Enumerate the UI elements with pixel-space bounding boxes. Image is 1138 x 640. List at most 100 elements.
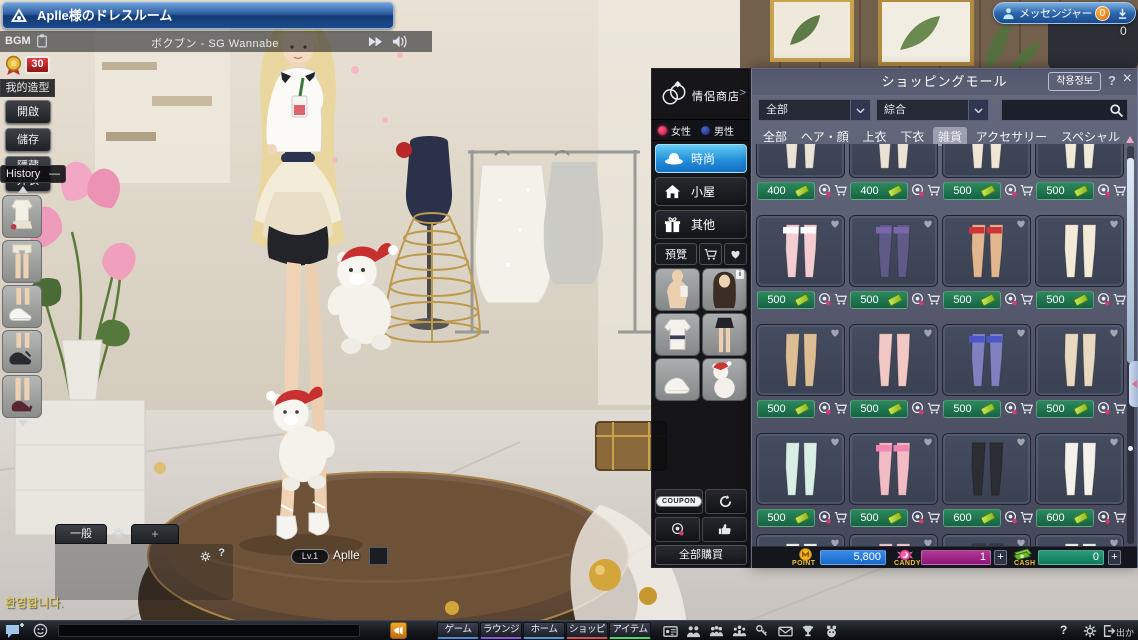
skip-track-icon[interactable] — [368, 37, 383, 49]
add-to-cart-icon[interactable] — [927, 402, 940, 420]
history-collapse-icon[interactable]: — — [49, 168, 60, 180]
add-to-cart-icon[interactable] — [1113, 402, 1126, 420]
try-on-icon[interactable] — [817, 183, 832, 203]
female-radio[interactable] — [658, 126, 667, 135]
favorite-heart-icon[interactable] — [1015, 435, 1027, 453]
wear-info-button[interactable]: 착용정보 — [1048, 72, 1101, 91]
add-to-cart-icon[interactable] — [1020, 293, 1033, 311]
item-cell[interactable]: 400 — [756, 144, 845, 204]
mall-tab-1[interactable]: ヘア・顔 — [796, 127, 854, 146]
add-to-cart-icon[interactable] — [1020, 511, 1033, 529]
preview-button[interactable]: 預覽 — [655, 243, 697, 265]
history-item-outfit[interactable] — [2, 195, 42, 238]
item-cell[interactable] — [849, 534, 938, 546]
item-cell[interactable]: 500 — [756, 215, 845, 313]
add-to-cart-icon[interactable] — [834, 184, 847, 202]
go-out-label[interactable]: 出かけ — [1116, 626, 1138, 640]
favorite-heart-icon[interactable] — [922, 217, 934, 235]
history-item-sandals[interactable] — [2, 330, 42, 373]
shop-menu-1[interactable]: 小屋 — [655, 177, 747, 206]
item-cell[interactable]: 600 — [1035, 433, 1124, 531]
item-cell[interactable]: 500 — [1035, 215, 1124, 313]
favorite-heart-icon[interactable] — [1108, 435, 1120, 453]
panel-collapse-handle[interactable] — [1129, 361, 1138, 407]
couple-shop-expand-icon[interactable]: > — [740, 87, 746, 99]
try-on-icon[interactable] — [1003, 292, 1018, 312]
favorite-heart-icon[interactable] — [922, 326, 934, 344]
history-scroll-down-icon[interactable] — [18, 420, 28, 427]
history-scroll-up-icon[interactable] — [18, 186, 28, 193]
history-item-heels[interactable] — [2, 375, 42, 418]
save-style-button[interactable]: 儲存 — [5, 128, 51, 152]
history-item-shorts[interactable] — [2, 240, 42, 283]
add-to-cart-icon[interactable] — [834, 402, 847, 420]
cash-add-button[interactable]: + — [1108, 550, 1121, 565]
item-cell[interactable] — [1035, 534, 1124, 546]
mall-tab-6[interactable]: スペシャル — [1056, 127, 1125, 146]
add-to-cart-icon[interactable] — [1113, 511, 1126, 529]
emote-smiley-icon[interactable] — [33, 623, 48, 640]
shop-menu-0[interactable]: 時尚 — [655, 144, 747, 173]
scrollbar-up-arrow-icon[interactable] — [1126, 136, 1134, 143]
male-radio[interactable] — [701, 126, 710, 135]
try-on-icon[interactable] — [1003, 510, 1018, 530]
taskbar-button-4[interactable]: アイテム — [609, 622, 651, 639]
community-icon[interactable] — [732, 624, 747, 640]
sort-dropdown[interactable]: 綜合 — [876, 99, 989, 121]
announcement-horn-icon[interactable] — [390, 622, 407, 639]
add-to-cart-icon[interactable] — [1113, 293, 1126, 311]
category-dropdown[interactable]: 全部 — [758, 99, 871, 121]
trophy-icon[interactable] — [801, 624, 816, 640]
preview-item-hair[interactable]: i — [702, 268, 747, 311]
item-cell[interactable]: 400 — [849, 144, 938, 204]
add-to-cart-icon[interactable] — [1020, 184, 1033, 202]
favorite-heart-icon[interactable] — [1108, 536, 1120, 546]
try-on-icon[interactable] — [910, 401, 925, 421]
chat-panel[interactable]: ? — [55, 544, 233, 600]
history-item-sneakers[interactable] — [2, 285, 42, 328]
item-cell[interactable] — [756, 534, 845, 546]
try-on-icon[interactable] — [817, 510, 832, 530]
add-to-cart-icon[interactable] — [927, 184, 940, 202]
item-cell[interactable]: 600 — [942, 433, 1031, 531]
mall-close-button[interactable]: × — [1123, 70, 1132, 88]
item-cell[interactable]: 500 — [849, 324, 938, 422]
chat-input[interactable] — [58, 624, 360, 637]
item-cell[interactable]: 500 — [756, 433, 845, 531]
chat-bubble-add-icon[interactable] — [5, 623, 25, 640]
chat-panel-gear-icon[interactable] — [200, 549, 211, 560]
settings-gear-icon[interactable] — [1083, 624, 1097, 640]
open-style-button[interactable]: 開啟 — [5, 100, 51, 124]
try-on-icon[interactable] — [910, 292, 925, 312]
mail-icon[interactable] — [778, 624, 793, 640]
item-cell[interactable] — [942, 534, 1031, 546]
playlist-icon[interactable] — [36, 34, 48, 49]
candy-add-button[interactable]: + — [994, 550, 1007, 565]
chat-settings-gear-icon[interactable] — [112, 527, 125, 540]
messenger-minimize-icon[interactable] — [1117, 8, 1128, 19]
shop-menu-2[interactable]: 其他 — [655, 210, 747, 239]
window-title-bar[interactable]: Aplle様のドレスルーム — [2, 2, 394, 29]
taskbar-button-0[interactable]: ゲーム — [437, 622, 479, 639]
male-label[interactable]: 男性 — [714, 123, 734, 138]
favorite-heart-icon[interactable] — [1015, 326, 1027, 344]
favorite-heart-icon[interactable] — [1108, 326, 1120, 344]
item-cell[interactable]: 500 — [849, 215, 938, 313]
try-on-icon[interactable] — [910, 183, 925, 203]
chat-tab-general[interactable]: 一般 — [55, 524, 107, 544]
mall-tab-3[interactable]: 下衣 — [895, 127, 929, 146]
item-cell[interactable]: 500 — [942, 144, 1031, 204]
favorite-heart-icon[interactable] — [922, 536, 934, 546]
mall-tab-5[interactable]: アクセサリー — [971, 127, 1052, 146]
favorite-heart-icon[interactable] — [829, 435, 841, 453]
taskbar-help-button[interactable]: ? — [1060, 623, 1067, 637]
female-label[interactable]: 女性 — [671, 123, 691, 138]
grid-scrollbar[interactable] — [1127, 146, 1134, 544]
chat-add-tab-button[interactable]: + — [131, 524, 179, 544]
snapshot-button[interactable] — [655, 517, 700, 542]
mascot-icon[interactable] — [824, 624, 839, 640]
preview-item-body[interactable] — [655, 268, 700, 311]
scrollbar-handle[interactable] — [1127, 158, 1134, 363]
taskbar-button-3[interactable]: ショッピン — [566, 622, 608, 639]
add-to-cart-icon[interactable] — [927, 511, 940, 529]
